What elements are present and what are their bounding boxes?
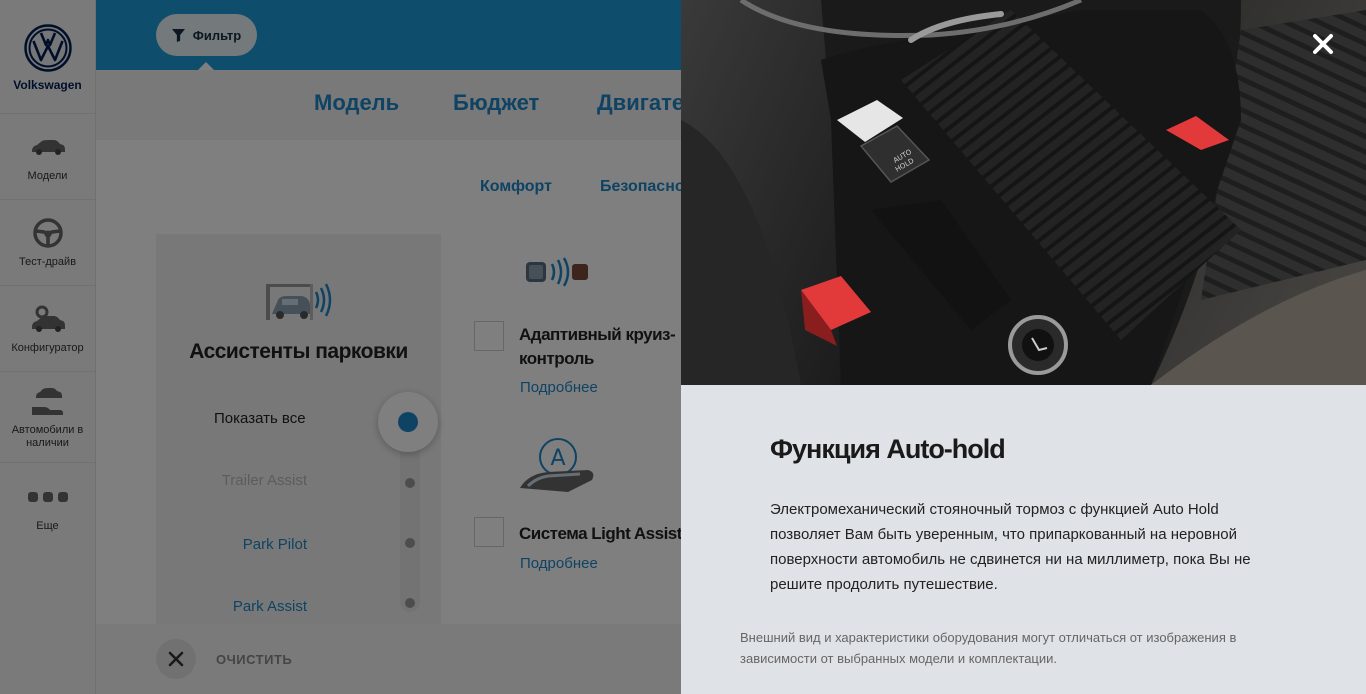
- close-button[interactable]: [1301, 22, 1345, 66]
- feature-photo: AUTO HOLD: [681, 0, 1366, 385]
- feature-modal: AUTO HOLD Функция Auto-hold Электромехан…: [681, 0, 1366, 694]
- modal-disclaimer: Внешний вид и характеристики оборудовани…: [740, 630, 1237, 666]
- modal-title: Функция Auto-hold: [770, 434, 1006, 464]
- close-icon: [1313, 34, 1333, 54]
- modal-description: Электромеханический стояночный тормоз с …: [770, 501, 1251, 593]
- auto-hold-photo-icon: AUTO HOLD: [681, 0, 1366, 385]
